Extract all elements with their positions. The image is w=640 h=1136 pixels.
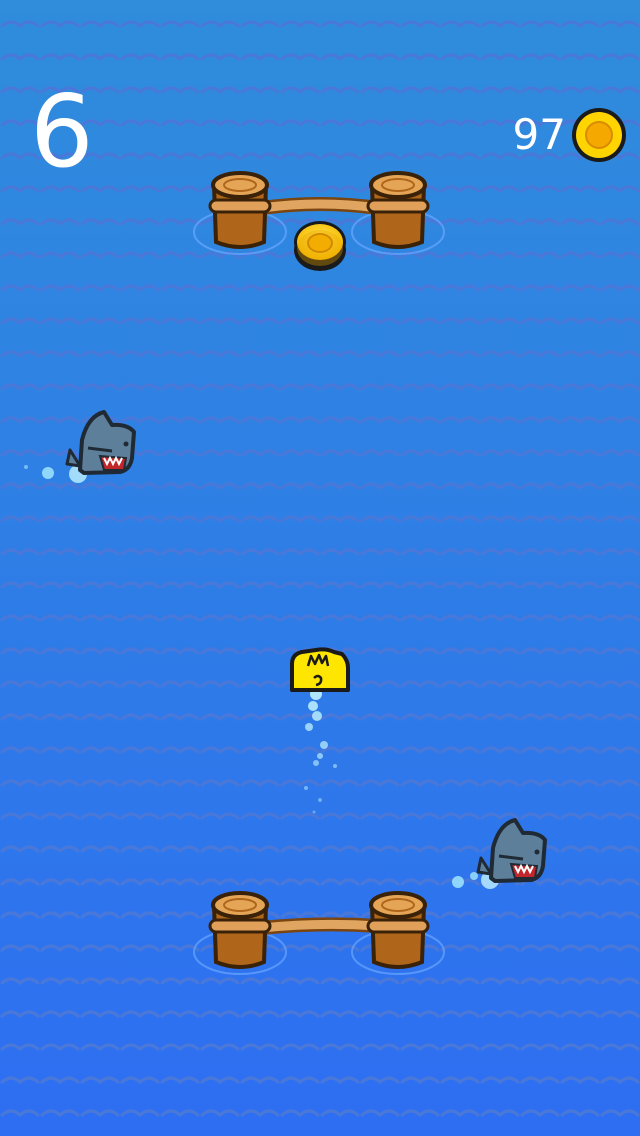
game-scene[interactable]: [0, 0, 640, 1136]
gold-coin-pickup: [294, 221, 346, 271]
post-right: [366, 891, 430, 969]
score-counter: 6: [30, 73, 94, 190]
player-duck[interactable]: [290, 647, 350, 692]
post-right: [366, 171, 430, 249]
coin-count: 97: [512, 110, 566, 159]
wave-pattern: [0, 0, 640, 1136]
coin-counter: 97: [513, 106, 628, 164]
post-left: [208, 171, 272, 249]
post-left: [208, 891, 272, 969]
gold-coin-icon: [572, 108, 626, 162]
